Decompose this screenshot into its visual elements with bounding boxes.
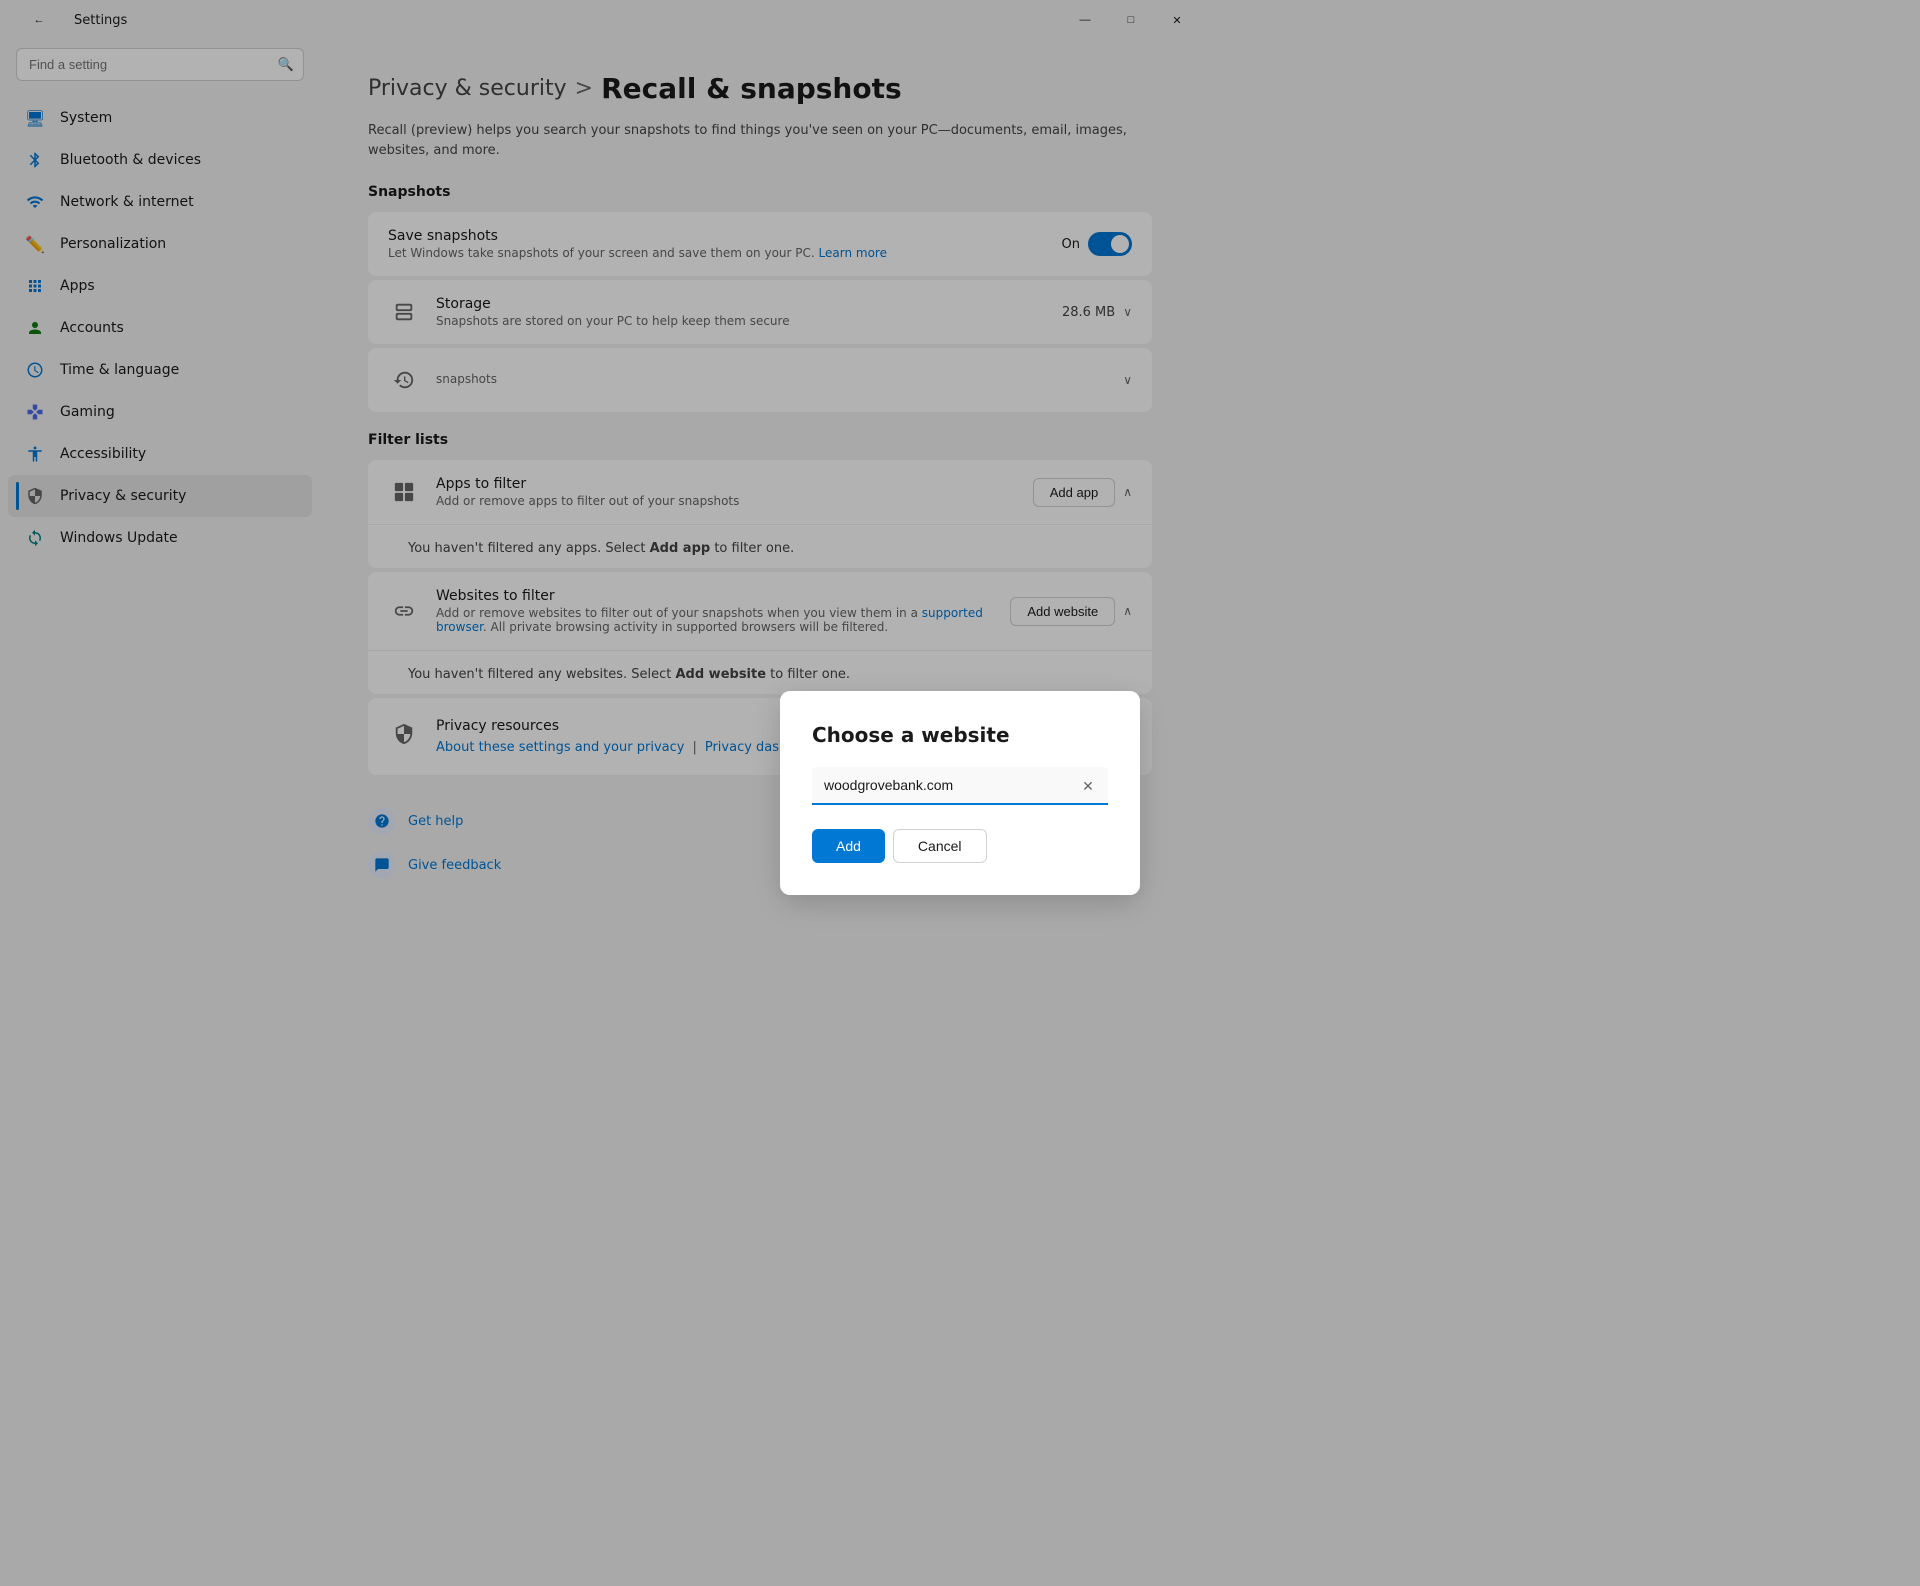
clear-icon: ✕ [1082,778,1094,795]
website-input[interactable] [812,767,1108,805]
dialog-input-wrap: ✕ [812,767,1108,805]
choose-website-dialog: Choose a website ✕ Add Cancel [780,691,1140,895]
dialog-actions: Add Cancel [812,829,1108,863]
dialog-add-button[interactable]: Add [812,829,885,863]
dialog-title: Choose a website [812,723,1108,747]
dialog-cancel-button[interactable]: Cancel [893,829,987,863]
dialog-overlay: Choose a website ✕ Add Cancel [0,0,1920,1586]
dialog-clear-button[interactable]: ✕ [1076,774,1100,798]
